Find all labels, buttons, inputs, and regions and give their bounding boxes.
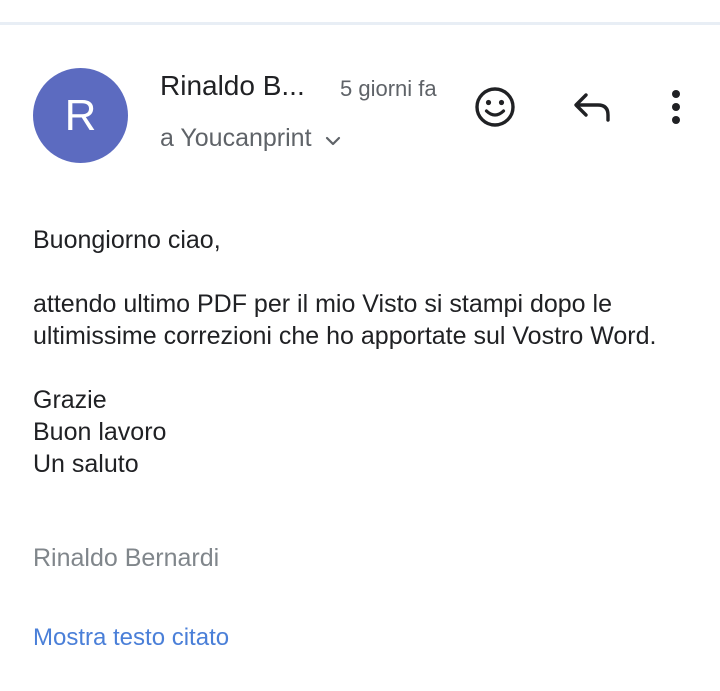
closing: Grazie Buon lavoro Un saluto (33, 384, 693, 480)
more-options-button[interactable] (652, 85, 700, 133)
add-reaction-button[interactable] (471, 85, 519, 133)
signature: Rinaldo Bernardi (33, 544, 220, 572)
show-quoted-text-link[interactable]: Mostra testo citato (33, 624, 229, 652)
chevron-down-icon (324, 132, 342, 150)
avatar-initial: R (64, 90, 97, 140)
closing-line: Buon lavoro (33, 418, 167, 446)
smiley-icon (473, 85, 517, 134)
closing-line: Un saluto (33, 450, 139, 478)
message-paragraph: attendo ultimo PDF per il mio Visto si s… (33, 290, 657, 350)
message-body: Buongiorno ciao, attendo ultimo PDF per … (33, 224, 693, 512)
message-header: R Rinaldo B... 5 giorni fa a Youcanprint (0, 0, 720, 200)
recipient-label: a Youcanprint (160, 124, 312, 152)
greeting: Buongiorno ciao, (33, 226, 221, 254)
avatar[interactable]: R (33, 68, 128, 163)
recipient-details-toggle[interactable]: a Youcanprint (160, 124, 342, 153)
timestamp: 5 giorni fa (340, 76, 437, 101)
reply-icon (571, 87, 613, 132)
more-vert-icon (670, 87, 682, 132)
reply-button[interactable] (568, 85, 616, 133)
closing-line: Grazie (33, 386, 107, 414)
sender-name[interactable]: Rinaldo B... (160, 70, 305, 102)
